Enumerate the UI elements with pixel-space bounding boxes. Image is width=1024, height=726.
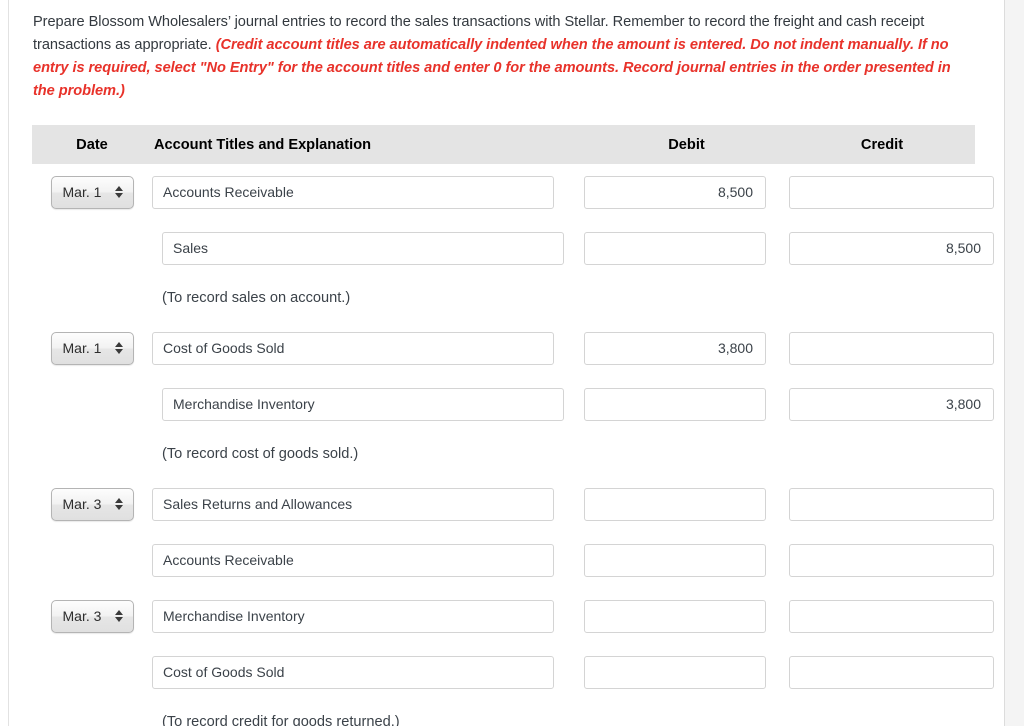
journal-entry-row (32, 220, 1004, 276)
entry-explanation-text: (To record cost of goods sold.) (162, 446, 359, 462)
credit-cell (789, 387, 994, 421)
account-title-input[interactable] (152, 487, 554, 521)
account-title-input[interactable] (152, 543, 554, 577)
date-select-value: Mar. 1 (62, 340, 102, 356)
stepper-arrows-icon[interactable] (115, 607, 124, 625)
entry-explanation-text: (To record credit for goods returned.) (162, 714, 400, 726)
account-cell (152, 655, 584, 689)
journal-entry-row: Mar. 3 (32, 588, 1004, 644)
entry-explanation-text: (To record sales on account.) (162, 290, 351, 306)
content-pane: Prepare Blossom Wholesalers’ journal ent… (9, 0, 1004, 726)
date-select-value: Mar. 3 (62, 608, 102, 624)
credit-amount-input[interactable] (789, 175, 994, 209)
table-body: Mar. 1 (To record sales on account.) Mar. … (32, 164, 1004, 726)
debit-amount-input[interactable] (584, 599, 766, 633)
journal-entry-row: Mar. 1 (32, 164, 1004, 220)
column-header-account: Account Titles and Explanation (154, 136, 372, 153)
journal-entry-row (32, 532, 1004, 588)
credit-cell (789, 231, 994, 265)
column-header-credit: Credit (860, 136, 904, 153)
credit-cell (789, 599, 994, 633)
debit-amount-input[interactable] (584, 175, 766, 209)
journal-entry-row: Mar. 3 (32, 476, 1004, 532)
debit-amount-input[interactable] (584, 231, 766, 265)
date-select-value: Mar. 1 (62, 184, 102, 200)
account-cell (152, 543, 584, 577)
date-cell: Mar. 1 (32, 175, 152, 209)
table-header-row: Date Account Titles and Explanation Debi… (32, 125, 975, 164)
journal-entry-row (32, 376, 1004, 432)
date-select[interactable]: Mar. 1 (50, 331, 134, 365)
account-cell (152, 331, 584, 365)
debit-cell (584, 331, 789, 365)
credit-amount-input[interactable] (789, 231, 994, 265)
account-title-input[interactable] (152, 599, 554, 633)
date-select[interactable]: Mar. 3 (50, 599, 134, 633)
entry-explanation: (To record credit for goods returned.) (32, 700, 1004, 726)
journal-entry-row: Mar. 1 (32, 320, 1004, 376)
date-select[interactable]: Mar. 3 (50, 487, 134, 521)
debit-cell (584, 487, 789, 521)
debit-amount-input[interactable] (584, 387, 766, 421)
account-cell (152, 231, 584, 265)
instructions-paragraph: Prepare Blossom Wholesalers’ journal ent… (9, 0, 1004, 103)
date-cell: Mar. 3 (32, 599, 152, 633)
debit-amount-input[interactable] (584, 331, 766, 365)
date-select[interactable]: Mar. 1 (50, 175, 134, 209)
account-title-input[interactable] (152, 175, 554, 209)
credit-cell (789, 487, 994, 521)
account-title-input[interactable] (152, 655, 554, 689)
journal-entry-page: Prepare Blossom Wholesalers’ journal ent… (0, 0, 1024, 726)
entry-explanation: (To record sales on account.) (32, 276, 1004, 320)
entry-explanation: (To record cost of goods sold.) (32, 432, 1004, 476)
journal-entry-row (32, 644, 1004, 700)
credit-amount-input[interactable] (789, 487, 994, 521)
credit-cell (789, 331, 994, 365)
credit-amount-input[interactable] (789, 387, 994, 421)
column-header-date: Date (76, 136, 108, 153)
debit-cell (584, 387, 789, 421)
credit-amount-input[interactable] (789, 655, 994, 689)
debit-cell (584, 599, 789, 633)
credit-amount-input[interactable] (789, 599, 994, 633)
journal-entry-table: Date Account Titles and Explanation Debi… (9, 125, 1004, 726)
credit-cell (789, 655, 994, 689)
stepper-arrows-icon[interactable] (115, 495, 124, 513)
stepper-arrows-icon[interactable] (115, 183, 124, 201)
debit-cell (584, 231, 789, 265)
right-gutter (1005, 0, 1024, 726)
column-header-debit: Debit (668, 136, 705, 153)
account-title-input[interactable] (162, 231, 564, 265)
credit-cell (789, 543, 994, 577)
date-cell: Mar. 1 (32, 331, 152, 365)
credit-amount-input[interactable] (789, 331, 994, 365)
debit-cell (584, 655, 789, 689)
debit-amount-input[interactable] (584, 543, 766, 577)
stepper-arrows-icon[interactable] (115, 339, 124, 357)
date-select-value: Mar. 3 (62, 496, 102, 512)
debit-cell (584, 175, 789, 209)
account-title-input[interactable] (162, 387, 564, 421)
debit-cell (584, 543, 789, 577)
account-cell (152, 599, 584, 633)
debit-amount-input[interactable] (584, 487, 766, 521)
account-title-input[interactable] (152, 331, 554, 365)
account-cell (152, 175, 584, 209)
account-cell (152, 487, 584, 521)
debit-amount-input[interactable] (584, 655, 766, 689)
account-cell (152, 387, 584, 421)
credit-cell (789, 175, 994, 209)
date-cell: Mar. 3 (32, 487, 152, 521)
credit-amount-input[interactable] (789, 543, 994, 577)
